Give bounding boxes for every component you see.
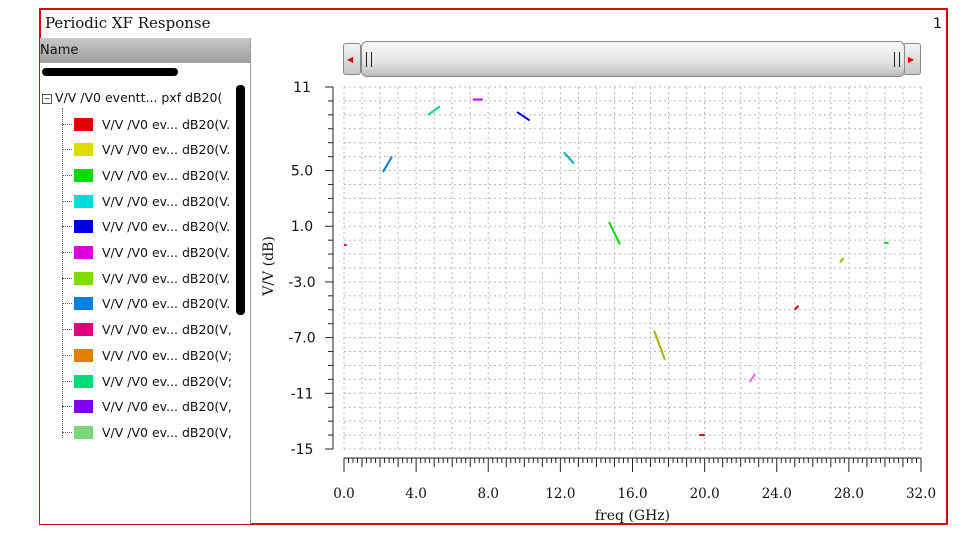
trace-color-swatch [74, 271, 93, 285]
x-tick-label: 16.0 [617, 486, 647, 502]
trace-item[interactable]: V/V /V0 ev... dB20(V, [62, 422, 232, 442]
column-header-name[interactable]: Name [40, 38, 250, 63]
tree-branch [62, 200, 72, 202]
trace-color-swatch [74, 168, 93, 182]
tree-branch [62, 406, 72, 408]
y-tick-label: -15 [291, 442, 314, 458]
window-title: Periodic XF Response [45, 14, 211, 32]
trace-seg10 [748, 373, 756, 383]
trace-color-swatch [74, 143, 93, 157]
tree-root-item[interactable]: − V/V /V0 eventt... pxf dB20( [42, 90, 222, 105]
x-tick-label: 32.0 [906, 486, 936, 502]
trace-label: V/V /V0 ev... dB20(V; [102, 373, 233, 389]
trace-label: V/V /V0 ev... dB20(V, [102, 399, 232, 415]
tree-branch [62, 431, 72, 433]
minus-box-icon[interactable]: − [42, 94, 52, 104]
y-tick-label: -7.0 [288, 331, 315, 347]
redacted-scribble [236, 85, 245, 315]
trace-item[interactable]: V/V /V0 ev... dB20(V; [62, 345, 232, 365]
trace-label: V/V /V0 ev... dB20(V. [102, 193, 231, 209]
trace-item[interactable]: V/V /V0 ev... dB20(V. [62, 140, 230, 160]
trace-seg6 [563, 151, 575, 165]
xf-response-chart: 11 5.0 1.0 -3.0 -7.0 -11 -15 0.0 4.0 8.0 12.0 16.0 2… [261, 80, 936, 524]
x-zoom-scrollbar[interactable]: ◀ ▶ [343, 40, 921, 78]
trace-item[interactable]: V/V /V0 ev... dB20(V, [62, 397, 232, 417]
trace-label: V/V /V0 ev... dB20(V. [102, 245, 231, 260]
tree-branch [62, 252, 72, 253]
x-tick-label: 12.0 [545, 486, 575, 502]
trace-seg11 [794, 304, 800, 311]
trace-item[interactable]: V/V /V0 ev... dB20(V. [62, 217, 230, 237]
trace-seg2 [382, 156, 393, 173]
tree-branch [62, 329, 72, 331]
trace-label: V/V /V0 ev... dB20(V. [102, 116, 231, 132]
page-number: 1 [933, 16, 942, 32]
trace-seg12 [839, 257, 845, 264]
tree-root-label: V/V /V0 eventt... pxf dB20( [55, 90, 223, 105]
trace-label: V/V /V0 ev... dB20(V, [102, 322, 232, 338]
trace-color-swatch [74, 323, 93, 337]
trace-item[interactable]: V/V /V0 ev... dB20(V. [62, 294, 230, 314]
y-tick-label: -3.0 [288, 275, 315, 291]
tree-branch [62, 149, 72, 151]
x-tick-label: 0.0 [333, 486, 354, 502]
trace-seg7 [608, 221, 621, 245]
y-axis-label: V/V (dB) [261, 236, 277, 297]
trace-item[interactable]: V/V /V0 ev... dB20(V. [62, 268, 230, 288]
trace-label: V/V /V0 ev... dB20(V; [102, 347, 233, 363]
trace-item[interactable]: V/V /V0 ev... dB20(V. [62, 243, 230, 263]
trace-item[interactable]: V/V /V0 ev... dB20(V; [62, 371, 232, 391]
trace-seg8 [653, 330, 666, 361]
tree-branch [62, 277, 72, 279]
x-tick-label: 20.0 [690, 486, 720, 502]
trace-item[interactable]: V/V /V0 ev... dB20(V. [62, 165, 230, 185]
trace-browser-panel: Name − V/V /V0 eventt... pxf dB20( V/V /V… [40, 38, 251, 524]
tree-branch [62, 354, 72, 356]
tree-branch [62, 123, 72, 125]
trace-color-swatch [74, 117, 93, 131]
trace-item[interactable]: V/V /V0 ev... dB20(V. [62, 191, 230, 211]
scroll-right-button[interactable]: ▶ [903, 43, 921, 75]
trace-color-swatch [74, 425, 93, 439]
trace-color-swatch [74, 246, 93, 259]
y-tick-label: 1.0 [291, 219, 313, 235]
trace-color-swatch [74, 348, 93, 362]
trace-label: V/V /V0 ev... dB20(V. [102, 219, 231, 235]
tree-branch [62, 174, 72, 176]
scroll-left-button[interactable]: ◀ [343, 43, 361, 75]
trace-label: V/V /V0 ev... dB20(V, [102, 424, 232, 440]
x-tick-label: 28.0 [834, 486, 864, 502]
trace-label: V/V /V0 ev... dB20(V. [102, 296, 231, 312]
right-arrow-icon: ▶ [908, 55, 915, 64]
left-arrow-icon: ◀ [347, 55, 354, 64]
trace-seg5 [516, 111, 531, 122]
trace-color-swatch [74, 194, 93, 208]
x-tick-label: 4.0 [405, 486, 426, 502]
redacted-text [42, 68, 178, 76]
y-tick-label: 11 [293, 80, 311, 96]
trace-label: V/V /V0 ev... dB20(V. [102, 270, 231, 286]
y-tick-label: 5.0 [291, 164, 313, 180]
scrollbar-thumb[interactable] [361, 41, 905, 77]
trace-item[interactable]: V/V /V0 ev... dB20(V. [62, 114, 230, 134]
x-tick-label: 8.0 [478, 486, 499, 502]
x-axis-label: freq (GHz) [595, 508, 670, 524]
tree-branch [62, 226, 72, 228]
trace-color-swatch [74, 297, 93, 311]
right-grip-handle[interactable] [894, 52, 900, 67]
left-grip-handle[interactable] [366, 52, 372, 67]
y-tick-label: -11 [291, 386, 314, 402]
trace-color-swatch [74, 400, 93, 414]
trace-color-swatch [74, 374, 93, 388]
trace-item[interactable]: V/V /V0 ev... dB20(V, [62, 320, 232, 340]
trace-label: V/V /V0 ev... dB20(V. [102, 167, 231, 183]
tree-branch [62, 380, 72, 382]
trace-label: V/V /V0 ev... dB20(V. [102, 142, 231, 158]
trace-color-swatch [74, 220, 93, 234]
x-tick-label: 24.0 [762, 486, 792, 502]
tree-branch [62, 303, 72, 305]
